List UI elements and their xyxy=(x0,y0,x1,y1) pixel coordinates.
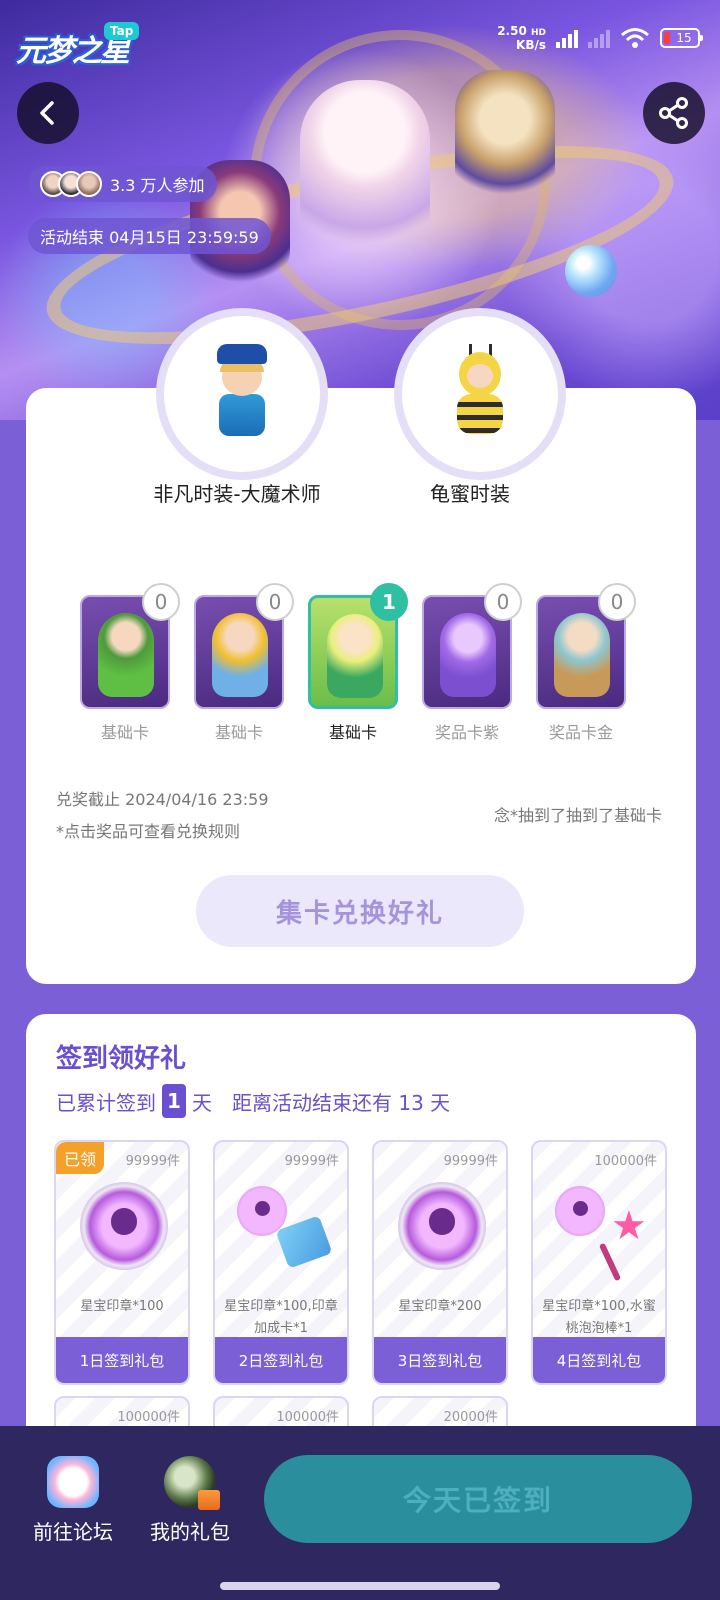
status-bar: 2.50 HD KB/s 15 xyxy=(497,24,703,52)
hero-bubble xyxy=(565,245,617,297)
gift-title: 2日签到礼包 xyxy=(215,1337,347,1383)
end-time-pill: 活动结束 04月15日 23:59:59 xyxy=(28,218,271,254)
participant-avatars xyxy=(40,171,102,197)
claimed-badge: 已领 xyxy=(56,1142,105,1174)
gift-stock: 100000件 xyxy=(276,1410,339,1425)
card-count-badge: 1 xyxy=(370,583,408,621)
signal-icon xyxy=(556,28,578,48)
star-stamp-icon xyxy=(80,1182,168,1270)
rule-tip: *点击奖品可查看兑换规则 xyxy=(56,822,241,841)
card-count-badge: 0 xyxy=(484,583,522,621)
gift-title: 4日签到礼包 xyxy=(533,1337,665,1383)
end-time-text: 活动结束 04月15日 23:59:59 xyxy=(40,228,259,247)
gift-stock: 100000件 xyxy=(594,1154,657,1169)
participants-pill: 3.3 万人参加 xyxy=(28,166,217,202)
gift-stock: 100000件 xyxy=(117,1410,180,1425)
share-button[interactable] xyxy=(643,82,705,144)
prize-name-magician: 非凡时装-大魔术师 xyxy=(153,482,321,506)
forum-label: 前往论坛 xyxy=(33,1520,113,1544)
gift-title: 1日签到礼包 xyxy=(56,1337,188,1383)
gift-description: 星宝印章*100,印章加成卡*1 xyxy=(224,1299,338,1336)
bee-figure-icon xyxy=(445,344,515,444)
forum-button[interactable]: 前往论坛 xyxy=(23,1456,123,1545)
magician-figure-icon xyxy=(207,344,277,444)
participants-count: 3.3 万人参加 xyxy=(110,176,205,195)
home-indicator[interactable] xyxy=(220,1582,500,1590)
card-label: 基础卡 xyxy=(328,723,377,742)
chevron-left-icon xyxy=(40,101,54,125)
star-stamp-icon xyxy=(398,1182,486,1270)
card-label: 基础卡 xyxy=(100,723,149,742)
boost-card-icon xyxy=(275,1215,333,1269)
hero-character-right xyxy=(455,70,555,210)
gift-stock: 99999件 xyxy=(125,1154,180,1169)
bubble-wand-icon: ★ xyxy=(593,1202,647,1282)
gift-stock: 99999件 xyxy=(284,1154,339,1169)
gift-description: 星宝印章*100,水蜜桃泡泡棒*1 xyxy=(542,1299,656,1336)
collect-card-item[interactable]: 0 基础卡 xyxy=(194,583,294,743)
gift-avatar-icon xyxy=(164,1456,220,1510)
checkin-days-count: 1 xyxy=(162,1084,186,1118)
gift-stock: 20000件 xyxy=(443,1410,498,1425)
app-logo: 元梦之星 Tap xyxy=(16,20,146,78)
signal-secondary-icon xyxy=(588,28,610,48)
checkin-progress: 已累计签到 1 天 距离活动结束还有 13 天 xyxy=(56,1084,450,1118)
checkin-gift-day1[interactable]: 99999件 星宝印章*100 1日签到礼包 已领 xyxy=(54,1140,190,1385)
avatar xyxy=(76,171,102,197)
collect-card-item[interactable]: 0 奖品卡紫 xyxy=(422,583,522,743)
network-speed: 2.50 HD KB/s xyxy=(497,24,546,52)
wifi-icon xyxy=(621,28,649,48)
signed-in-button[interactable]: 今天已签到 xyxy=(264,1455,692,1543)
card-count-badge: 0 xyxy=(256,583,294,621)
gift-title: 3日签到礼包 xyxy=(374,1337,506,1383)
card-label: 奖品卡紫 xyxy=(434,723,499,742)
collect-card-item[interactable]: 0 奖品卡金 xyxy=(536,583,636,743)
tap-badge: Tap xyxy=(104,22,140,40)
hero-character-main xyxy=(300,80,430,290)
checkin-gift-day2[interactable]: 99999件 星宝印章*100,印章加成卡*1 2日签到礼包 xyxy=(213,1140,349,1385)
battery-icon: 15 xyxy=(660,28,703,48)
battery-level: 15 xyxy=(676,31,692,45)
prize-name-bee: 龟蜜时装 xyxy=(430,482,510,506)
share-icon xyxy=(659,97,688,129)
checkin-title: 签到领好礼 xyxy=(56,1044,187,1074)
collect-card-item[interactable]: 1 基础卡 xyxy=(308,583,408,743)
card-count-badge: 0 xyxy=(142,583,180,621)
redeem-button[interactable]: 集卡兑换好礼 xyxy=(196,875,524,947)
card-label: 奖品卡金 xyxy=(548,723,613,742)
prize-magician[interactable] xyxy=(156,308,328,480)
my-gifts-button[interactable]: 我的礼包 xyxy=(140,1456,240,1545)
card-collection-row: 0 基础卡 0 基础卡 1 基础卡 0 奖品卡紫 0 奖品卡金 xyxy=(80,583,660,745)
days-remaining: 距离活动结束还有 13 天 xyxy=(232,1090,451,1115)
gift-description: 星宝印章*100 xyxy=(80,1299,164,1314)
gift-description: 星宝印章*200 xyxy=(398,1299,482,1314)
forum-app-icon xyxy=(47,1456,99,1508)
my-gifts-label: 我的礼包 xyxy=(150,1520,230,1544)
back-button[interactable] xyxy=(17,82,79,144)
card-label: 基础卡 xyxy=(214,723,263,742)
prize-bee[interactable] xyxy=(394,308,566,480)
redeem-deadline: 兑奖截止 2024/04/16 23:59 xyxy=(56,790,269,809)
draw-ticker: 念*抽到了抽到了基础卡 xyxy=(493,806,662,825)
card-count-badge: 0 xyxy=(598,583,636,621)
gift-stock: 99999件 xyxy=(443,1154,498,1169)
checkin-gift-day3[interactable]: 99999件 星宝印章*200 3日签到礼包 xyxy=(372,1140,508,1385)
collect-card-item[interactable]: 0 基础卡 xyxy=(80,583,180,743)
checkin-gift-day4[interactable]: 100000件 ★ 星宝印章*100,水蜜桃泡泡棒*1 4日签到礼包 xyxy=(531,1140,667,1385)
